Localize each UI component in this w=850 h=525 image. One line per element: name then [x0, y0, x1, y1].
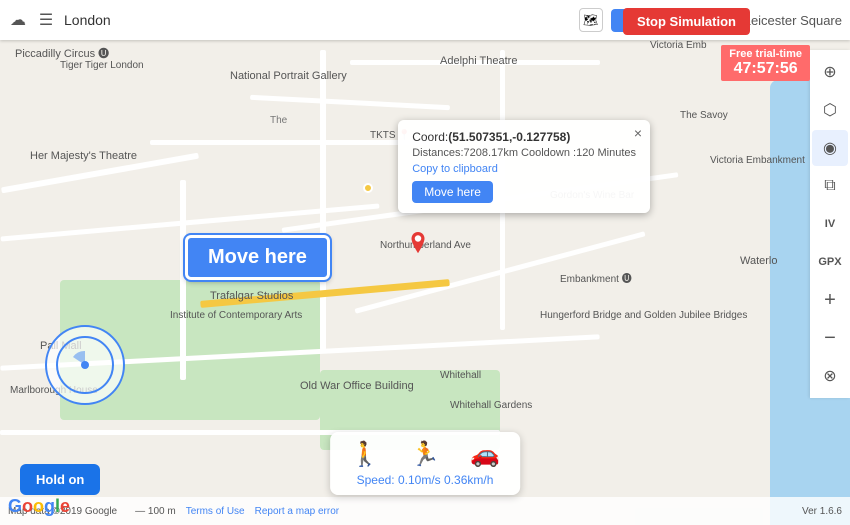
road-v2: [320, 50, 326, 350]
map-label-portrait: National Portrait Gallery: [230, 70, 347, 82]
speed-icons: 🚶 🏃 🚗: [350, 440, 500, 469]
scale-label: — 100 m: [135, 506, 176, 517]
coord-text: Coord:(51.507351,-0.127758): [412, 130, 636, 144]
map-label-tiger: Tiger Tiger London: [60, 60, 144, 71]
map-label-savoy: The Savoy: [680, 110, 728, 121]
menu-icon[interactable]: ☰: [36, 10, 56, 30]
map-pin[interactable]: [408, 232, 428, 258]
move-here-button-big[interactable]: Move here: [185, 235, 330, 280]
copy-to-clipboard-link[interactable]: Copy to clipboard: [412, 163, 636, 175]
map-label-hungerford: Hungerford Bridge and Golden Jubilee Bri…: [540, 310, 747, 321]
map-label-embankment: Embankment 🅤: [560, 270, 632, 285]
gpx-label[interactable]: GPX: [812, 244, 848, 280]
map-label-the: The: [270, 115, 287, 126]
move-here-button-small[interactable]: Move here: [412, 181, 493, 203]
speed-bar: 🚶 🏃 🚗 Speed: 0.10m/s 0.36km/h: [330, 432, 520, 495]
toggle-icon[interactable]: ◉: [812, 130, 848, 166]
coord-label: Coord:: [412, 130, 448, 144]
speed-label: Speed:: [357, 473, 395, 487]
map-label-victoriaemb: Victoria Emb: [650, 40, 707, 51]
map-label-whitehall: Whitehall Gardens: [450, 400, 532, 411]
close-popup-button[interactable]: ×: [634, 125, 642, 141]
stop-simulation-button[interactable]: Stop Simulation: [623, 8, 750, 35]
cloud-icon[interactable]: ☁: [8, 10, 28, 30]
map-label-whitehall2: Whitehall: [440, 370, 481, 381]
walk-speed-icon[interactable]: 🚶: [350, 440, 380, 469]
speed-text: Speed: 0.10m/s 0.36km/h: [357, 473, 494, 487]
coord-popup: × Coord:(51.507351,-0.127758) Distances:…: [398, 120, 650, 213]
map-label-victoria: Victoria Embankment: [710, 155, 805, 166]
map-label-oldwar: Old War Office Building: [300, 380, 414, 392]
map-label-adelphi: Adelphi Theatre: [440, 55, 517, 67]
report-link[interactable]: Report a map error: [255, 506, 339, 517]
free-trial-banner: Free trial-time 47:57:56: [721, 45, 810, 81]
road-v1: [180, 180, 186, 380]
coord-value: (51.507351,-0.127758): [448, 130, 570, 144]
compass-icon[interactable]: ⊗: [812, 358, 848, 394]
location-title: London: [64, 12, 571, 28]
recenter-icon[interactable]: ⊕: [812, 54, 848, 90]
version-label: Ver 1.6.6: [802, 506, 842, 517]
google-logo: Google: [8, 496, 70, 517]
terms-link[interactable]: Terms of Use: [186, 506, 245, 517]
zoom-in-button[interactable]: +: [812, 282, 848, 318]
hold-on-button[interactable]: Hold on: [20, 464, 100, 495]
map-options-icon[interactable]: 🗺: [579, 8, 603, 32]
distance-text: Distances:7208.17km Cooldown :120 Minute…: [412, 147, 636, 159]
layers-icon[interactable]: ⬡: [812, 92, 848, 128]
speed-value: 0.10m/s 0.36km/h: [398, 473, 493, 487]
direction-indicator: [45, 325, 125, 405]
map-label-ica: Institute of Contemporary Arts: [170, 310, 302, 321]
drive-speed-icon[interactable]: 🚗: [470, 440, 500, 469]
iv-label[interactable]: IV: [812, 206, 848, 242]
right-icons-panel: ⊕ ⬡ ◉ ⧉ IV GPX + − ⊗: [810, 50, 850, 398]
free-trial-label: Free trial-time: [729, 48, 802, 60]
map-label-waterloo: Waterlo: [740, 255, 778, 267]
trial-time: 47:57:56: [729, 60, 802, 78]
run-speed-icon[interactable]: 🏃: [410, 440, 440, 469]
bottom-bar: Google Map data ©2019 Google — 100 m Ter…: [0, 497, 850, 525]
copy-location-icon[interactable]: ⧉: [812, 168, 848, 204]
yellow-dot: [363, 183, 373, 193]
zoom-out-button[interactable]: −: [812, 320, 848, 356]
map-label-trafalgar: Trafalgar Studios: [210, 290, 293, 302]
map-label-majesty: Her Majesty's Theatre: [30, 150, 137, 162]
map-container: Piccadilly Circus 🅤 Prince of Wales Thea…: [0, 0, 850, 525]
map-label-piccadilly: Piccadilly Circus 🅤: [15, 45, 109, 61]
